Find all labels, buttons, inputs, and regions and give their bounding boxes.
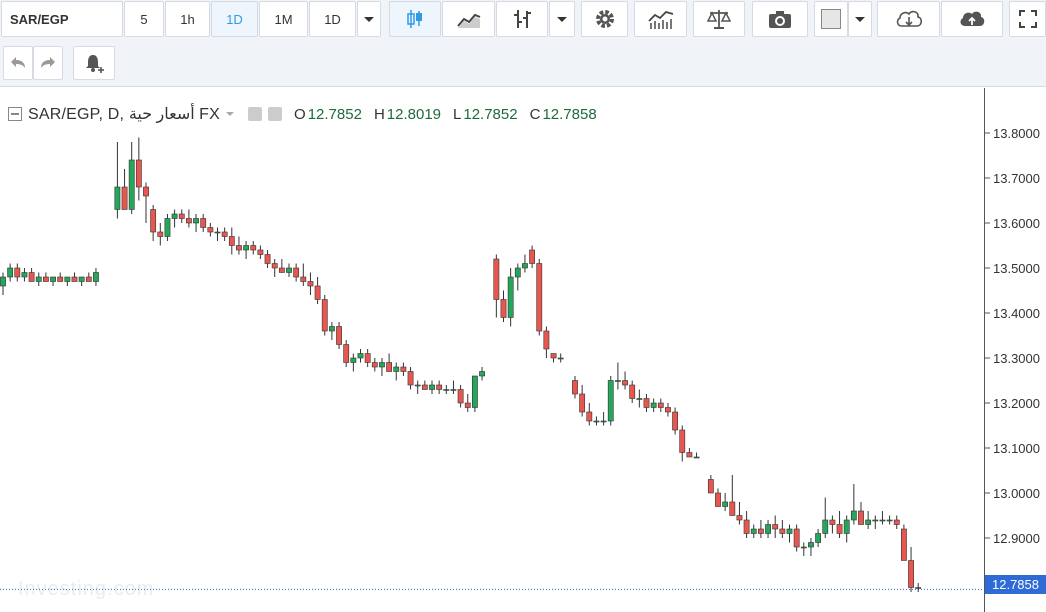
fullscreen-icon (1018, 10, 1037, 28)
low-value: 12.7852 (463, 105, 518, 123)
chevron-down-icon (557, 16, 567, 22)
screenshot-button[interactable] (752, 1, 808, 37)
gear-icon (595, 10, 614, 28)
chevron-down-icon (364, 16, 374, 22)
interval-dropdown-button[interactable] (357, 1, 381, 37)
last-price-tag: 12.7858 (985, 575, 1046, 594)
bars-icon (514, 10, 531, 28)
redo-icon (41, 57, 55, 68)
close-label: C (529, 105, 541, 123)
legend-caret-icon[interactable] (226, 112, 235, 116)
collapse-legend-icon[interactable] (8, 107, 22, 121)
save-chart-button[interactable] (941, 1, 1003, 37)
color-picker-button[interactable] (814, 1, 848, 37)
cloud-download-icon (896, 10, 922, 27)
secondary-toolbar (0, 40, 1046, 87)
redo-button[interactable] (33, 46, 63, 80)
color-picker-dropdown-button[interactable] (848, 1, 872, 37)
candles-icon (407, 10, 422, 28)
open-label: O (294, 105, 306, 123)
eye-icon[interactable] (248, 107, 263, 121)
indicators-button[interactable] (634, 1, 687, 37)
candles-button[interactable] (389, 1, 441, 37)
cloud-upload-icon (960, 11, 985, 26)
watermark-logo: Investing.com (18, 578, 155, 600)
interval-1d-button[interactable]: 1D (211, 1, 258, 37)
load-chart-button[interactable] (877, 1, 940, 37)
fullscreen-button[interactable] (1009, 1, 1046, 37)
bars-button[interactable] (496, 1, 548, 37)
open-value: 12.7852 (307, 105, 362, 123)
area-chart-icon (456, 13, 480, 28)
high-value: 12.8019 (386, 105, 442, 123)
color-square-icon (821, 9, 841, 29)
undo-icon (11, 57, 25, 68)
area-chart-button[interactable] (442, 1, 495, 37)
compare-button[interactable] (693, 1, 745, 37)
interval-1month-button[interactable]: 1M (259, 1, 308, 37)
symbol-search-field[interactable]: SAR/EGP (1, 1, 123, 37)
top-toolbar: SAR/EGP 5 1h 1D 1M 1D (0, 0, 1046, 40)
settings-button[interactable] (581, 1, 628, 37)
interval-1h-button[interactable]: 1h (165, 1, 210, 37)
close-value: 12.7858 (542, 105, 597, 123)
price-axis[interactable] (984, 88, 1046, 612)
chevron-down-icon (855, 16, 865, 22)
interval-select-button[interactable]: 1D (309, 1, 356, 37)
chart-type-dropdown-button[interactable] (549, 1, 575, 37)
chart-legend: SAR/EGP, D, أسعار حية FX O 12.7852 H 12.80… (8, 103, 597, 125)
low-label: L (453, 105, 462, 123)
undo-button[interactable] (3, 46, 33, 80)
high-label: H (373, 105, 385, 123)
camera-icon (769, 11, 791, 28)
alert-bell-icon (86, 55, 104, 73)
indicators-icon (647, 10, 673, 29)
gear-icon[interactable] (268, 107, 283, 121)
interval-5m-button[interactable]: 5 (124, 1, 164, 37)
chart-pane[interactable] (0, 88, 984, 612)
legend-symbol: SAR/EGP, D, أسعار حية FX (28, 106, 221, 123)
scales-icon (707, 10, 731, 29)
create-alert-button[interactable] (73, 46, 115, 80)
